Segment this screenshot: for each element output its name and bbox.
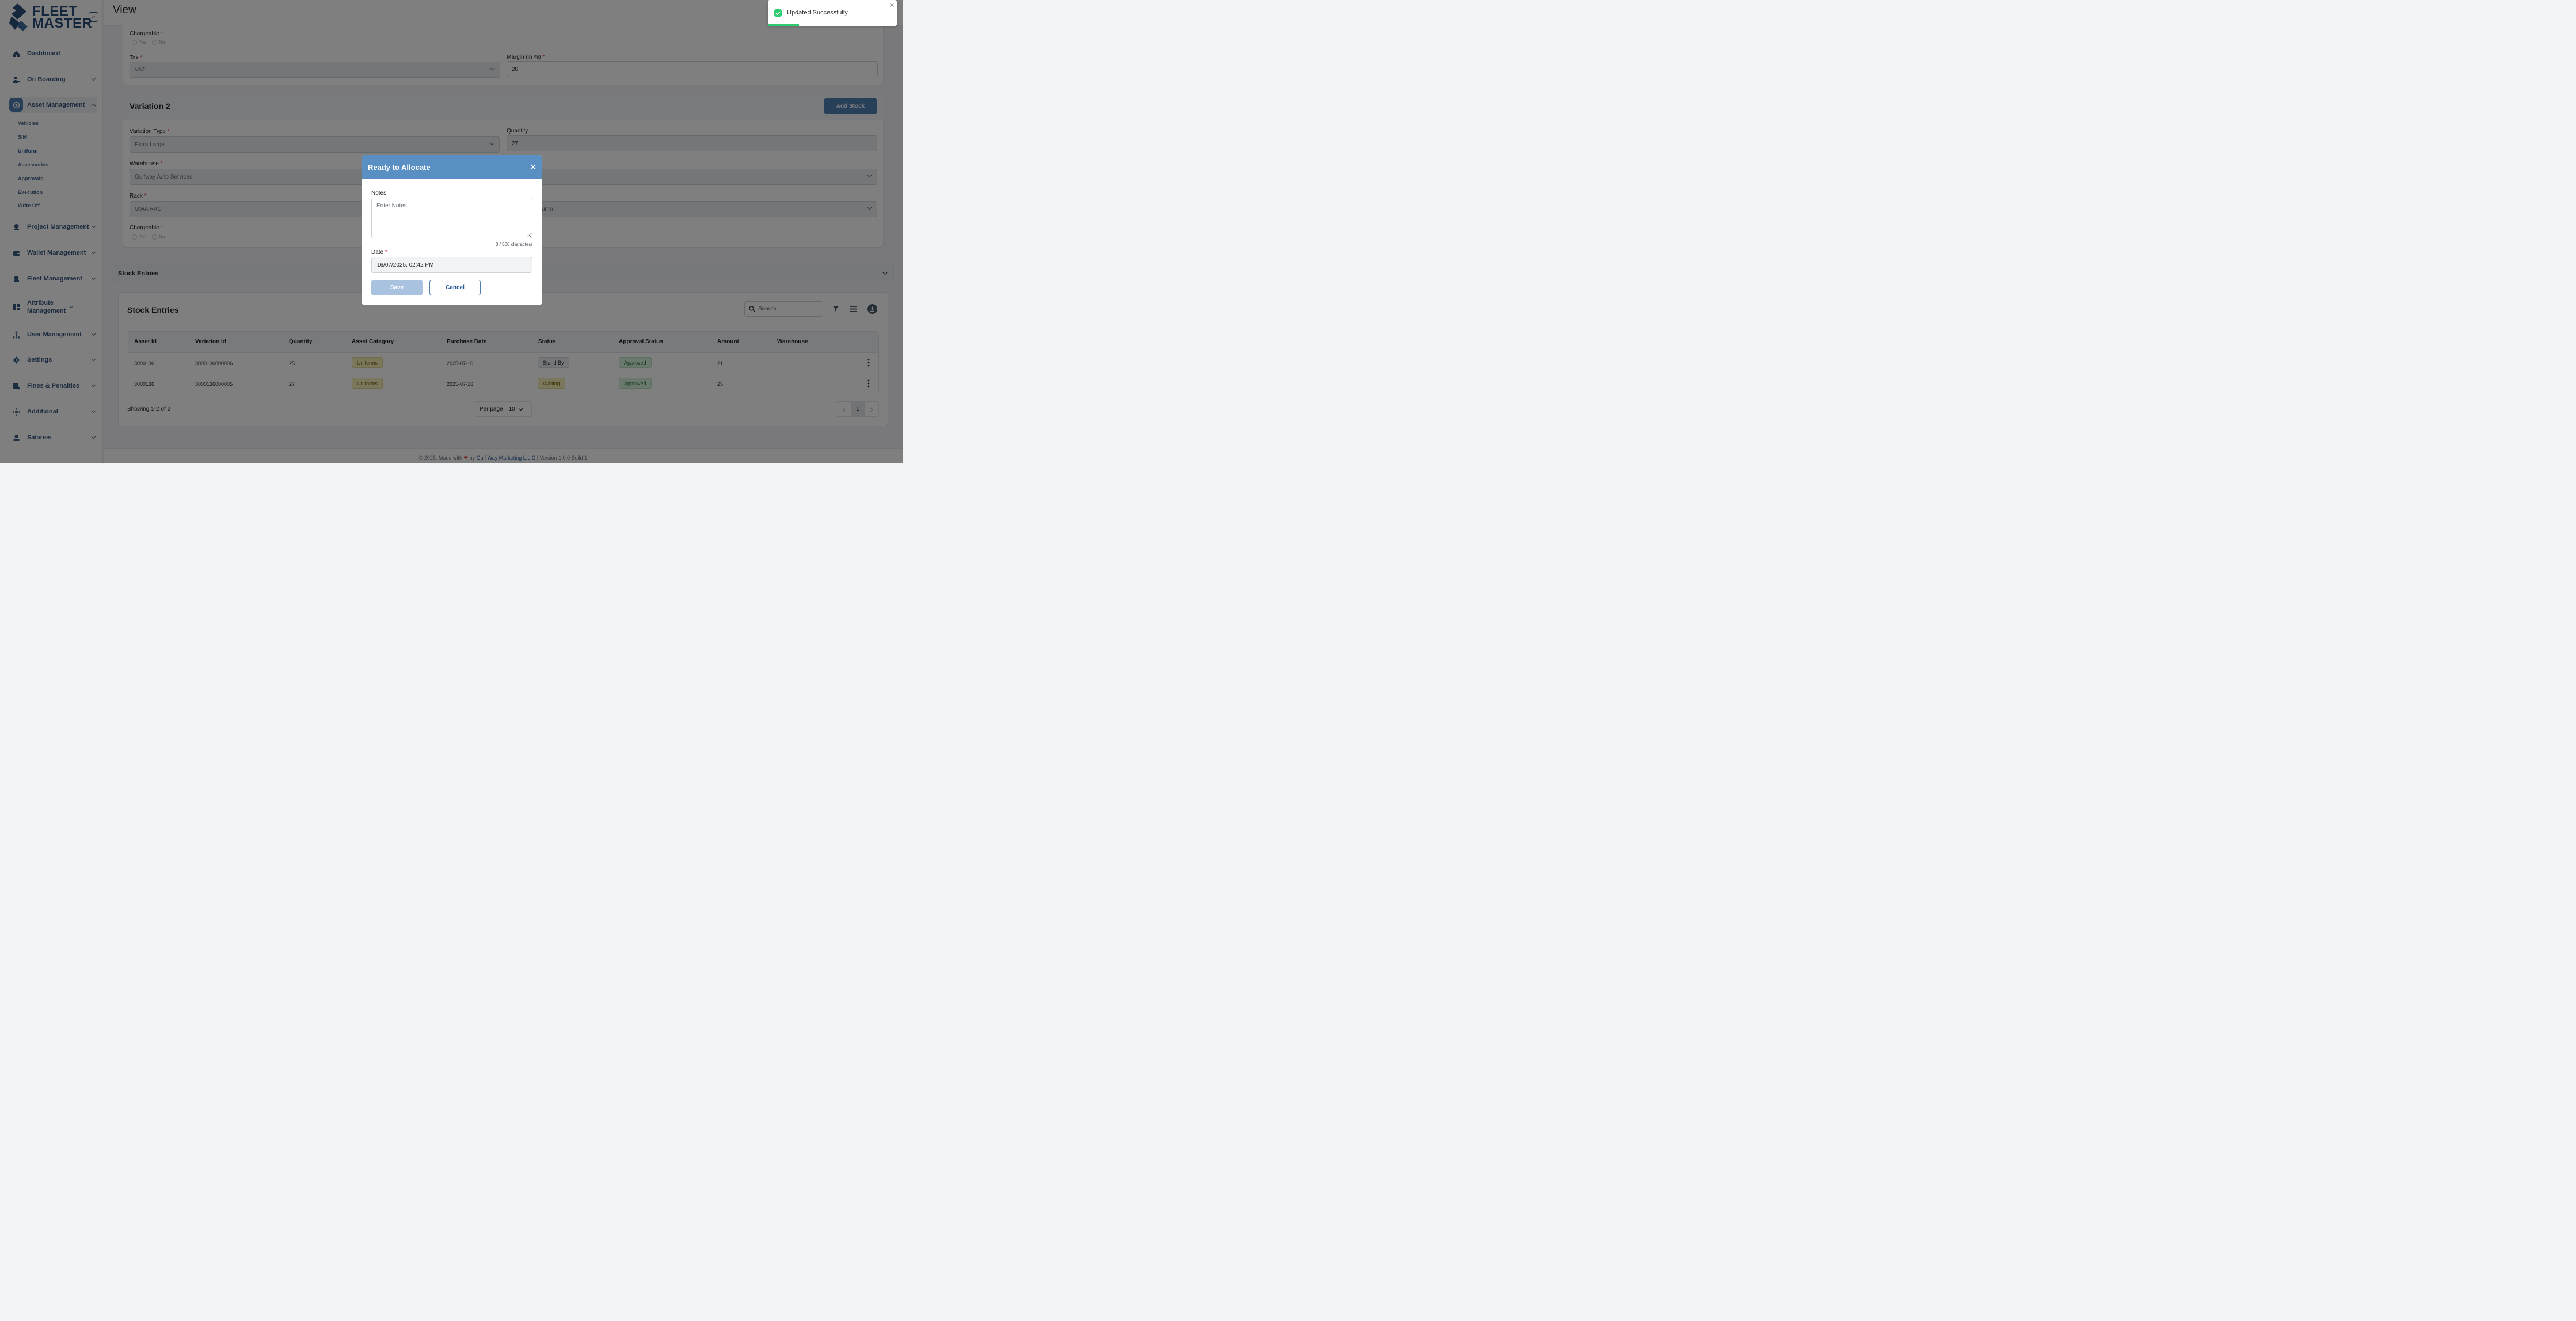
check-circle-icon (774, 9, 782, 17)
cancel-button[interactable]: Cancel (429, 280, 481, 295)
toast-progress-bar (768, 24, 799, 26)
modal-title: Ready to Allocate (368, 163, 431, 172)
notes-textarea[interactable] (371, 198, 532, 238)
toast-close-icon[interactable]: ✕ (889, 2, 895, 9)
modal-header: Ready to Allocate ✕ (362, 155, 542, 179)
notes-label: Notes (371, 190, 387, 196)
date-input[interactable]: 16/07/2025, 02:42 PM (371, 257, 532, 273)
close-icon[interactable]: ✕ (530, 162, 536, 172)
notes-char-counter: 0 / 500 characters (495, 242, 532, 247)
toast-message: Updated Successfully (787, 9, 848, 16)
ready-to-allocate-modal: Ready to Allocate ✕ Notes 0 / 500 charac… (362, 155, 542, 305)
success-toast: Updated Successfully ✕ (768, 0, 897, 26)
date-label: Date * (371, 249, 387, 256)
save-button[interactable]: Save (371, 280, 423, 295)
